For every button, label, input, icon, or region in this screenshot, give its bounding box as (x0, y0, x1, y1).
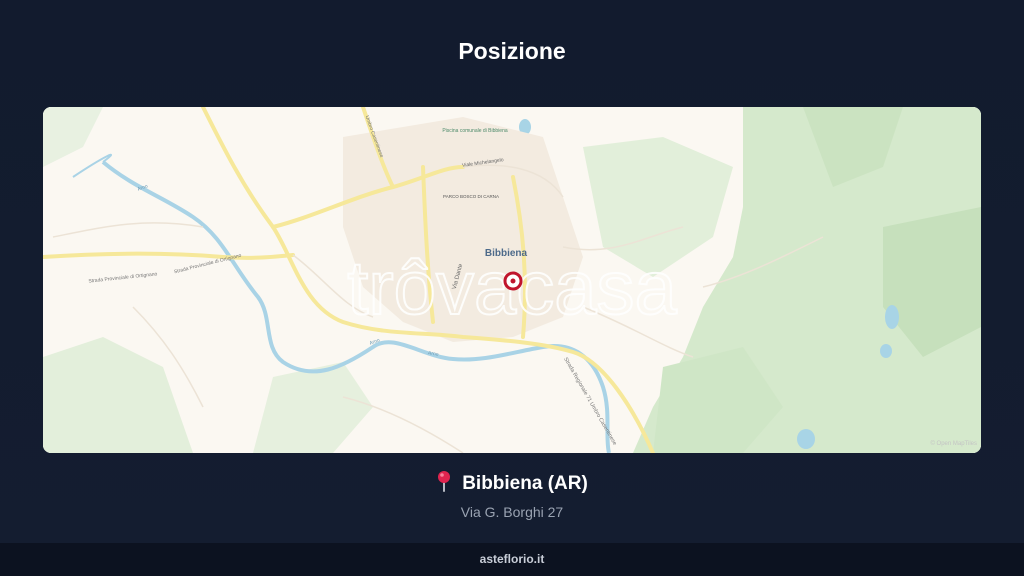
park-label-a: Piscina comunale di Bibbiena (442, 128, 508, 134)
town-label: Bibbiena (485, 248, 528, 259)
page-title: Posizione (458, 38, 566, 64)
footer: asteflorio.it (0, 543, 1024, 576)
park-label-b: PARCO BOSCO DI CARNA (443, 194, 499, 199)
map-canvas[interactable]: trôvacasa Bibbiena Piscina comunale di B… (43, 107, 981, 453)
map-view[interactable]: trôvacasa Bibbiena Piscina comunale di B… (43, 107, 981, 453)
round-pushpin-icon (436, 470, 452, 497)
location-line: Bibbiena (AR) (436, 470, 588, 497)
location-block: Bibbiena (AR) Via G. Borghi 27 (0, 470, 1024, 520)
map-attribution: © Open MapTiles (930, 440, 977, 447)
map-pin-marker[interactable] (503, 271, 523, 291)
footer-site[interactable]: asteflorio.it (480, 552, 545, 566)
location-address: Via G. Borghi 27 (460, 504, 564, 520)
location-name: Bibbiena (AR) (462, 472, 588, 494)
